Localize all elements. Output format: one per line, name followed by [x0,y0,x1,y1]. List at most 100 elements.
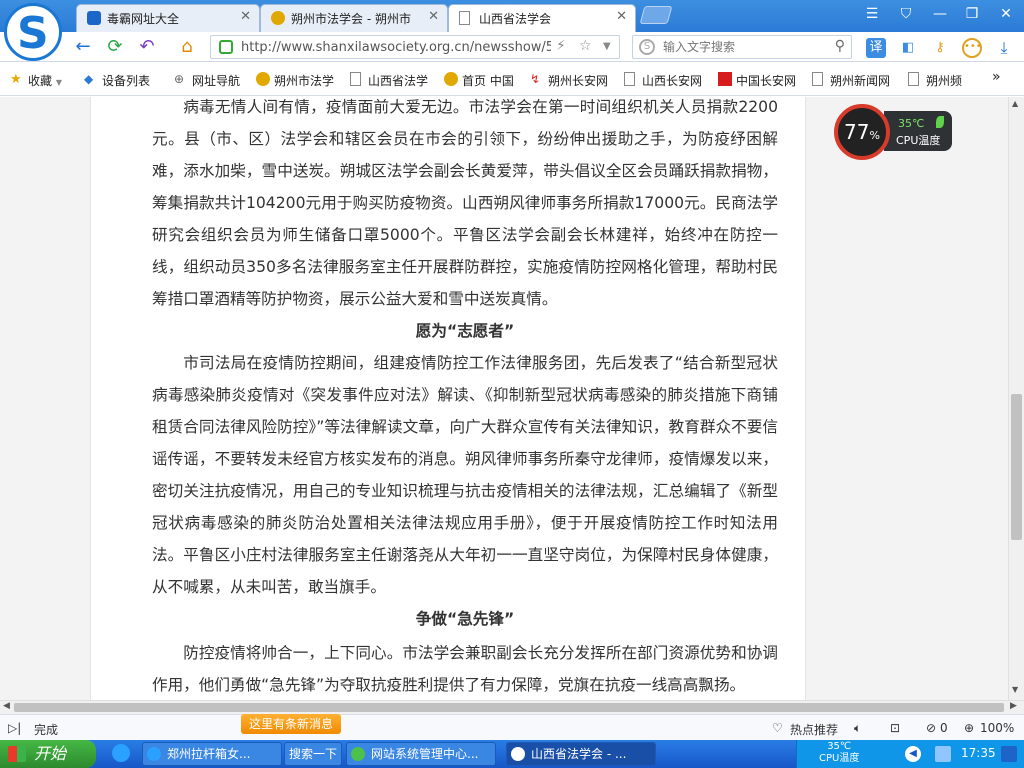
cpu-usage-gauge: 77% [834,104,890,160]
browser-icon [511,747,525,761]
bookmark-shanxi-changan[interactable]: 山西长安网 [624,72,702,89]
bookmark-shanxi-law[interactable]: 山西省法学 [350,72,428,89]
translate-icon[interactable]: 译 [866,38,886,58]
tray-expand-icon[interactable]: ◀ [905,746,921,762]
undo-icon[interactable]: ↶ [136,36,158,58]
scroll-down-icon[interactable]: ▼ [1012,685,1018,694]
emblem-icon [444,72,458,86]
block-count: 0 [940,721,948,735]
article-paragraph-legal-service: 市司法局在疫情防控期间，组建疫情防控工作法律服务团，先后发表了“结合新型冠状病毒… [152,354,778,596]
bookmark-china-changan[interactable]: 中国长安网 [718,72,796,89]
section-heading-volunteer: 愿为“志愿者” [415,322,515,340]
search-engine-icon[interactable]: S [639,39,655,55]
leaf-icon [936,116,944,128]
close-window-icon[interactable]: ✕ [996,6,1016,22]
clock[interactable]: 17:35 [961,746,996,760]
hot-recommend-label[interactable]: 热点推荐 [790,721,838,738]
hot-recommend-icon[interactable]: ♡ [772,721,783,735]
close-icon[interactable]: ✕ [240,9,251,24]
page-viewport: 病毒无情人间有情，疫情面前大爱无边。市法学会在第一时间组织机关人员捐款2200元… [0,97,1008,700]
navigation-bar: ← ⟳ ↶ ⌂ http://www.shanxilawsociety.org.… [0,32,1024,62]
page-icon [812,72,823,86]
show-desktop-icon[interactable] [1001,746,1017,762]
search-input[interactable] [663,39,823,55]
scroll-right-icon[interactable]: ▶ [1010,701,1017,711]
restore-icon[interactable]: ❐ [962,6,982,22]
download-icon[interactable]: ⤓ [994,38,1014,58]
bookmark-shuozhou-channel[interactable]: 朔州频 [908,72,962,89]
bookmark-nav[interactable]: ⊕ 网址导航 [174,72,240,89]
bookmark-device-list[interactable]: ◆ 设备列表 [84,72,150,89]
home-icon[interactable]: ⌂ [176,36,198,58]
sound-icon[interactable]: 🔈︎ [854,721,861,736]
cpu-temp-panel: 35℃ CPU温度 [884,111,952,151]
search-box[interactable]: S ⚲ [632,35,852,59]
bookmark-shuozhou-law[interactable]: 朔州市法学 [256,72,334,89]
bookmark-shuozhou-changan[interactable]: ↯ 朔州长安网 [530,72,608,89]
page-icon [459,11,470,25]
tab-duba[interactable]: 毒霸网址大全 ✕ [76,4,260,32]
status-bar: ▷| 完成 ♡ 热点推荐 🔈︎ ⊡ ⊘ 0 ⊕ 100% [0,714,1024,740]
minimize-icon[interactable]: — [930,6,950,22]
new-message-badge[interactable]: 这里有条新消息 [241,714,341,734]
bookmark-favorites[interactable]: ★ 收藏 ▼ [10,72,62,89]
browser-logo-icon[interactable]: S [4,3,62,61]
zoom-icon[interactable]: ⊕ [964,721,974,735]
tab-label: 毒霸网址大全 [107,12,180,26]
windows-taskbar: 开始 郑州拉杆箱女... 搜索一下 网站系统管理中心... 山西省法学会 - .… [0,740,1024,768]
menu-icon[interactable]: ☰ [862,6,882,22]
tab-shuozhou[interactable]: 朔州市法学会 - 朔州市法学会 ✕ [260,4,448,32]
start-button[interactable]: 开始 [0,740,96,768]
star-icon[interactable]: ☆ [579,38,592,54]
cpu-temp-label: CPU温度 [896,134,941,147]
status-text: 完成 [34,723,59,737]
screenshot-icon[interactable]: ⊡ [890,721,900,735]
swirl-icon: ↯ [530,72,541,86]
address-bar[interactable]: http://www.shanxilawsociety.org.cn/newss… [210,35,620,59]
extension-icon[interactable]: ◧ [898,38,918,58]
taskbar-item-search[interactable]: 搜索一下 [284,742,342,766]
network-icon[interactable] [935,746,951,762]
vertical-scroll-thumb[interactable] [1011,394,1022,540]
search-icon[interactable]: ⚲ [835,38,845,54]
taskbar-item-ie[interactable]: 郑州拉杆箱女... [142,742,282,766]
article-paragraph-vanguard: 防控疫情将帅合一，上下同心。市法学会兼职副会长充分发挥所在部门资源优势和协调作用… [152,644,778,694]
secure-shield-icon [219,40,233,54]
scroll-up-icon[interactable]: ▲ [1012,99,1018,108]
system-tray: 35℃ CPU温度 ◀ 17:35 [796,740,1024,768]
horizontal-scroll-thumb[interactable] [14,703,1004,712]
cpu-widget[interactable]: 35℃ CPU温度 77% [834,104,952,160]
ie-icon [112,744,130,762]
block-count-icon[interactable]: ⊘ [926,721,936,735]
tab-bar: S 毒霸网址大全 ✕ 朔州市法学会 - 朔州市法学会 ✕ 山西省法学会 ✕ ☰ … [0,0,1024,61]
star-icon: ★ [10,72,22,87]
shield-icon [87,11,101,25]
tab-shanxi[interactable]: 山西省法学会 ✕ [448,4,636,32]
tab-label: 山西省法学会 [479,12,552,26]
scroll-left-icon[interactable]: ◀ [3,701,10,711]
ie-icon [147,747,161,761]
quicklaunch-ie-icon[interactable] [106,742,136,766]
tray-cpu-temp[interactable]: 35℃ CPU温度 [819,741,859,765]
lightning-icon[interactable]: ⚡ [556,38,566,54]
close-icon[interactable]: ✕ [616,9,627,24]
new-tab-button[interactable] [639,6,673,24]
skin-icon[interactable]: ⛉ [896,6,916,22]
back-icon[interactable]: ← [72,36,94,58]
vertical-scrollbar[interactable]: ▲ ▼ [1008,97,1024,700]
zoom-level[interactable]: 100% [980,721,1014,735]
more-icon[interactable]: ••• [962,38,982,58]
more-bookmarks-icon[interactable]: » [992,69,1001,85]
refresh-icon[interactable]: ⟳ [104,36,126,58]
bookmark-shuozhou-news[interactable]: 朔州新闻网 [812,72,890,89]
taskbar-item-admin[interactable]: 网站系统管理中心... [346,742,496,766]
page-icon [350,72,361,86]
taskbar-item-shanxi[interactable]: 山西省法学会 - ... [506,742,656,766]
sidebar-toggle-icon[interactable]: ▷| [8,721,21,735]
emblem-icon [271,11,285,25]
chevron-down-icon[interactable]: ▼ [603,41,611,52]
key-icon[interactable]: ⚷ [930,38,950,58]
horizontal-scrollbar[interactable]: ◀ ▶ [0,700,1024,714]
bookmark-home-china[interactable]: 首页 中国 [444,72,514,89]
close-icon[interactable]: ✕ [428,9,439,24]
